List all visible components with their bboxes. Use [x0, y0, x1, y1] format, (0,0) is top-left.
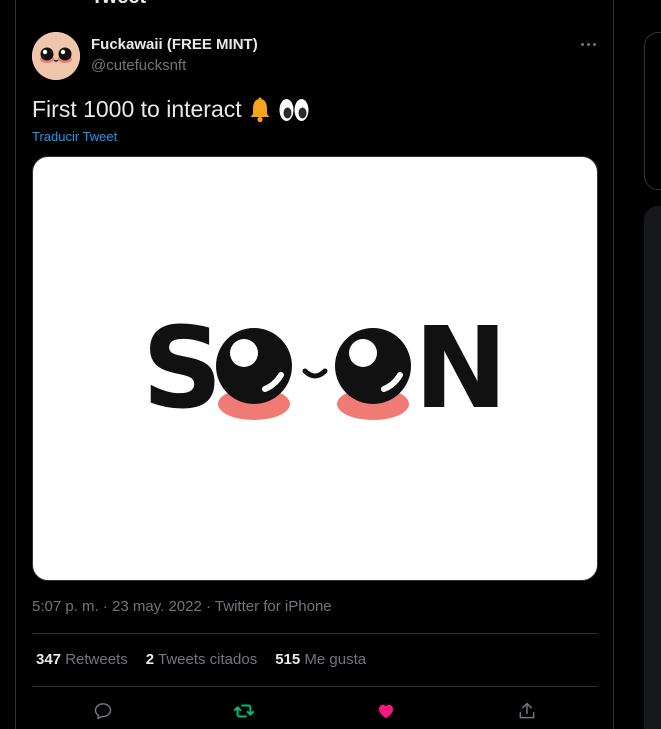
- retweets-stat[interactable]: 347 Retweets: [36, 651, 128, 668]
- quotes-label: Tweets citados: [157, 651, 258, 668]
- sidebar-panel: [644, 206, 661, 729]
- tweet-column: Tweet Fuckawaii (FREE MINT) @cutefucksnf…: [15, 0, 614, 729]
- author-name[interactable]: Fuckawaii (FREE MINT): [91, 36, 258, 53]
- soon-letter-s: S: [142, 304, 223, 434]
- tweet-image[interactable]: S N: [32, 156, 598, 581]
- eyes-icon: [278, 97, 310, 123]
- meta-separator: ·: [102, 598, 108, 615]
- likes-label: Me gusta: [304, 651, 367, 668]
- retweets-count: 347: [36, 651, 62, 668]
- author-handle[interactable]: @cutefucksnft: [91, 57, 186, 74]
- bell-icon: [248, 97, 272, 123]
- tweet-text-content: First 1000 to interact: [32, 96, 242, 122]
- translate-link[interactable]: Traducir Tweet: [32, 129, 117, 144]
- tweet-meta: 5:07 p. m. · 23 may. 2022 · Twitter for …: [32, 598, 332, 615]
- retweet-icon[interactable]: [227, 698, 261, 724]
- tweet-text: First 1000 to interact: [32, 96, 310, 123]
- divider: [32, 686, 598, 687]
- quotes-count: 2: [145, 651, 155, 668]
- tweet-time[interactable]: 5:07 p. m.: [32, 598, 99, 615]
- likes-stat[interactable]: 515 Me gusta: [275, 651, 366, 668]
- meta-separator: ·: [206, 598, 211, 615]
- soon-kawaii-image: S N: [142, 304, 508, 434]
- more-options-icon[interactable]: [574, 32, 602, 56]
- page-title: Tweet: [91, 0, 146, 9]
- sidebar-card: [644, 32, 661, 190]
- divider: [32, 633, 598, 634]
- tweet-actions: [32, 698, 598, 724]
- reply-icon[interactable]: [86, 698, 120, 724]
- retweets-label: Retweets: [65, 651, 128, 668]
- like-icon[interactable]: [369, 698, 403, 724]
- soon-letter-n: N: [414, 304, 508, 434]
- avatar[interactable]: [32, 32, 80, 80]
- tweet-stats: 347 Retweets 2 Tweets citados 515 Me gus…: [36, 651, 366, 668]
- quotes-stat[interactable]: 2 Tweets citados: [146, 651, 257, 668]
- tweet-source: Twitter for iPhone: [214, 598, 332, 615]
- tweet-date[interactable]: 23 may. 2022: [112, 598, 202, 615]
- share-icon[interactable]: [510, 698, 544, 724]
- likes-count: 515: [275, 651, 301, 668]
- kawaii-face-icon: [32, 32, 80, 80]
